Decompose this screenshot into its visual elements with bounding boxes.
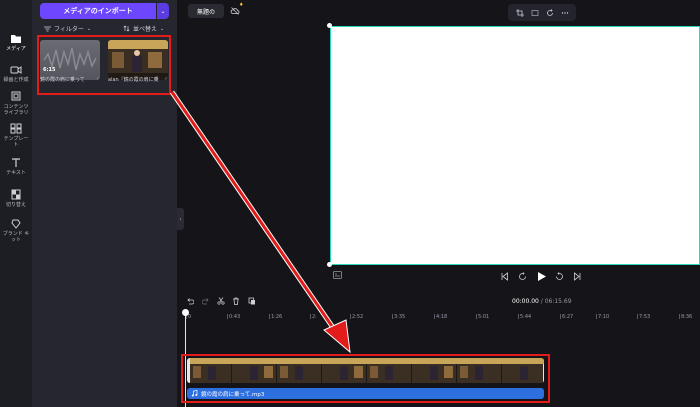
annotation-arrow (169, 90, 351, 354)
